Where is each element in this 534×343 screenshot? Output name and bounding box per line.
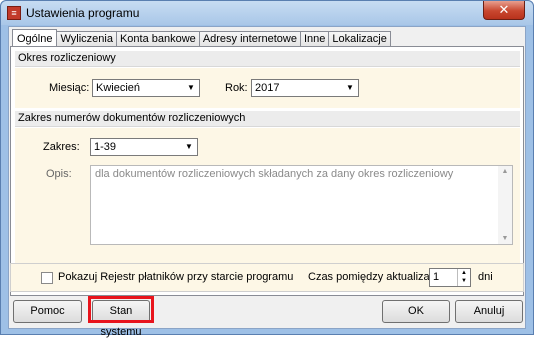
cancel-button[interactable]: Anuluj [455,300,523,323]
range-value: 1-39 [94,141,117,153]
tab-label: Konta bankowe [119,33,196,45]
tab-lokalizacje[interactable]: Lokalizacje [329,31,391,47]
description-label: Opis: [46,168,72,180]
ranges-section-header: Zakres numerów dokumentów rozliczeniowyc… [15,111,520,127]
period-section-header: Okres rozliczeniowy [15,51,520,67]
tab-page-general: Okres rozliczeniowy Miesiąc: Kwiecień ▼ … [10,46,524,296]
ok-button-label: OK [408,305,424,317]
year-label: Rok: [225,82,248,94]
title-bar[interactable]: ≡ Ustawienia programu ✕ [1,1,533,25]
tab-label: Ogólne [17,33,53,45]
options-section: Pokazuj Rejestr płatników przy starcie p… [10,263,524,292]
tab-ogolne[interactable]: Ogólne [12,29,58,47]
ranges-section: Zakres: 1-39 ▼ Opis: dla dokumentów rozl… [15,128,520,280]
show-register-label: Pokazuj Rejestr płatników przy starcie p… [58,271,294,283]
tab-wyliczenia[interactable]: Wyliczenia [57,31,117,47]
window-title: Ustawienia programu [26,6,140,20]
tab-strip: Ogólne Wyliczenia Konta bankowe Adresy i… [12,29,391,47]
year-value: 2017 [255,82,280,94]
cancel-button-label: Anuluj [473,305,505,317]
highlight-frame [88,296,154,323]
description-scrollbar[interactable]: ▲ ▼ [498,166,512,244]
ok-button[interactable]: OK [382,300,450,323]
tab-adresy-internetowe[interactable]: Adresy internetowe [199,31,301,47]
show-register-checkbox[interactable] [41,272,53,284]
range-select[interactable]: 1-39 ▼ [90,138,198,156]
chevron-down-icon: ▼ [187,83,195,92]
month-value: Kwiecień [96,82,141,94]
month-select[interactable]: Kwiecień ▼ [92,79,200,97]
tab-inne[interactable]: Inne [300,31,330,47]
tab-label: Lokalizacje [332,33,387,45]
scroll-up-icon[interactable]: ▲ [498,168,512,175]
scroll-down-icon[interactable]: ▼ [498,235,512,242]
tab-label: Wyliczenia [60,33,113,45]
help-button-label: Pomoc [30,305,65,317]
period-section: Miesiąc: Kwiecień ▼ Rok: 2017 ▼ [15,68,520,108]
description-value: dla dokumentów rozliczeniowych składanyc… [95,168,454,180]
tab-label: Adresy internetowe [202,33,297,45]
stepper-buttons: ▲ ▼ [457,269,470,286]
dialog-client-area: Ogólne Wyliczenia Konta bankowe Adresy i… [8,26,526,338]
description-textarea[interactable]: dla dokumentów rozliczeniowych składanyc… [90,165,513,245]
interval-value: 1 [433,271,440,283]
app-icon: ≡ [7,6,21,20]
close-button[interactable]: ✕ [483,1,525,20]
year-select[interactable]: 2017 ▼ [251,79,359,97]
dialog-window: ≡ Ustawienia programu ✕ Ogólne Wyliczeni… [0,0,534,338]
interval-unit: dni [478,271,493,283]
interval-stepper[interactable]: 1 ▲ ▼ [429,268,471,287]
chevron-down-icon: ▼ [185,142,193,151]
tab-label: Inne [303,33,326,45]
stepper-up-icon[interactable]: ▲ [458,269,470,277]
help-button[interactable]: Pomoc [13,300,82,323]
chevron-down-icon: ▼ [346,83,354,92]
month-label: Miesiąc: [49,82,90,94]
range-label: Zakres: [43,141,80,153]
close-icon: ✕ [498,2,510,17]
stepper-down-icon[interactable]: ▼ [458,277,470,285]
tab-konta-bankowe[interactable]: Konta bankowe [116,31,200,47]
